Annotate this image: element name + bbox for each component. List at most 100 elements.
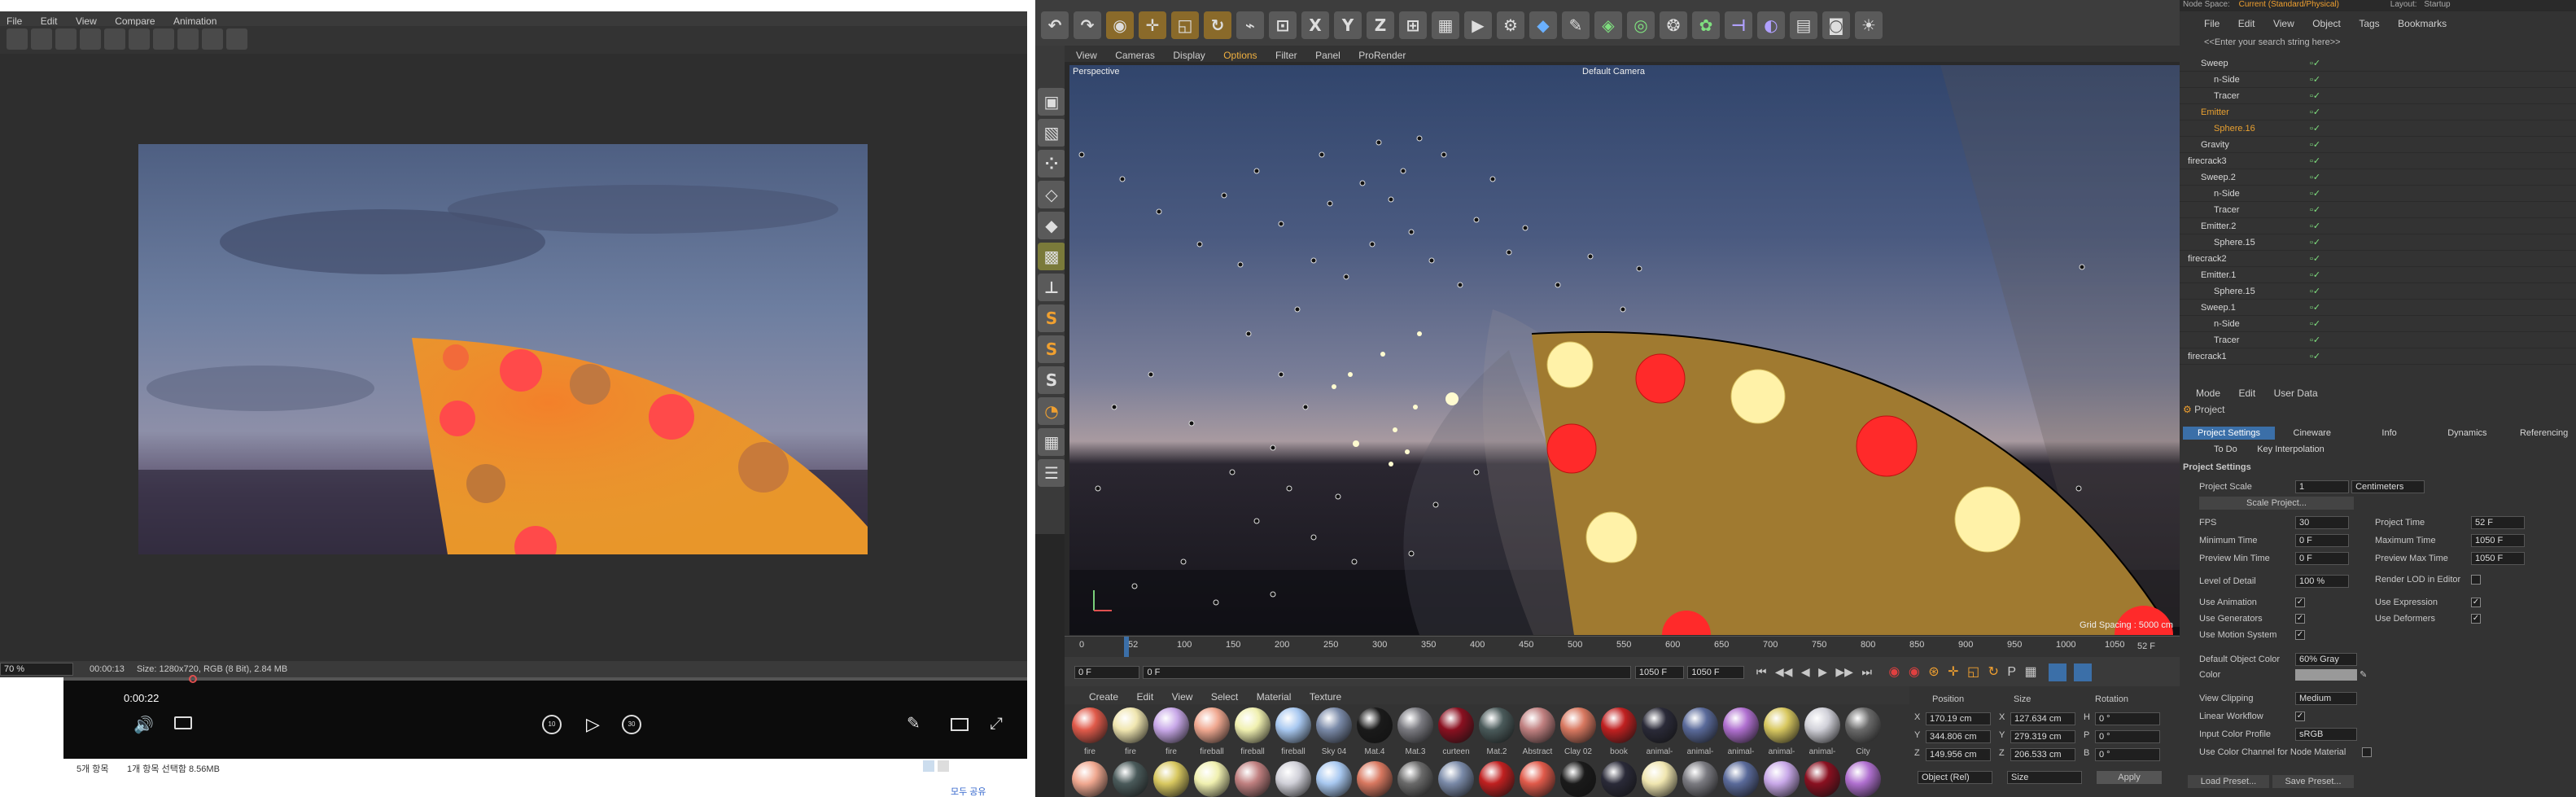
visibility-icon[interactable]: ▫✓ — [2310, 169, 2320, 186]
tab-dynamics[interactable]: Dynamics — [2433, 427, 2501, 440]
timeline-icon[interactable] — [2049, 663, 2067, 681]
vp-menu-options[interactable]: Options — [1223, 50, 1257, 61]
play-back-icon[interactable]: ◀ — [1801, 665, 1810, 678]
view-clipping-select[interactable]: Medium — [2295, 692, 2357, 705]
material-item[interactable]: City — [1843, 707, 1883, 756]
recent-icon[interactable]: ⌁ — [1236, 11, 1264, 39]
mat-menu-create[interactable]: Create — [1089, 691, 1118, 703]
object-row[interactable]: Sweep ▫✓ — [2180, 55, 2576, 72]
material-item[interactable]: curteen — [1437, 707, 1476, 756]
mograph-icon[interactable]: ❂ — [1660, 11, 1687, 39]
size-field[interactable]: 127.634 cm — [2010, 712, 2075, 725]
array-icon[interactable]: ◎ — [1627, 11, 1655, 39]
camera-icon[interactable]: ◙ — [1822, 11, 1850, 39]
render-region-icon[interactable] — [80, 28, 101, 50]
size-field[interactable]: 279.319 cm — [2010, 730, 2075, 743]
material-item-row2[interactable] — [1396, 761, 1435, 797]
material-item[interactable]: animal- — [1762, 707, 1801, 756]
object-row[interactable]: n-Side ▫✓ — [2180, 72, 2576, 88]
playhead[interactable] — [1124, 637, 1129, 658]
frame-start-field[interactable]: 0 F — [1074, 666, 1139, 679]
goto-start-icon[interactable]: ⏮ — [1756, 665, 1767, 678]
ab-icon[interactable] — [202, 28, 223, 50]
material-item-row2[interactable] — [1192, 761, 1231, 797]
object-row[interactable]: Sweep.2 ▫✓ — [2180, 169, 2576, 186]
volume-icon[interactable]: 🔊 — [133, 715, 154, 734]
material-item[interactable]: Clay 02 — [1559, 707, 1598, 756]
floor-icon[interactable]: ▤ — [1790, 11, 1817, 39]
material-item-row2[interactable] — [1111, 761, 1150, 797]
visibility-icon[interactable]: ▫✓ — [2310, 186, 2320, 202]
visibility-icon[interactable]: ▫✓ — [2310, 55, 2320, 72]
attr-menu-mode[interactable]: Mode — [2196, 388, 2220, 399]
visibility-icon[interactable]: ▫✓ — [2310, 137, 2320, 153]
share-all[interactable]: 모두 공유 — [951, 785, 986, 797]
key-rot-icon[interactable]: ↻ — [1988, 665, 1999, 679]
frame-in-field[interactable]: 0 F — [1143, 666, 1632, 679]
save-icon[interactable] — [31, 28, 52, 50]
copy-icon[interactable] — [55, 28, 77, 50]
record-icon[interactable]: ◉ — [1888, 665, 1900, 679]
eyedropper-icon[interactable]: ✎ — [2360, 670, 2367, 680]
object-row[interactable]: firecrack2 ▫✓ — [2180, 251, 2576, 267]
mat-menu-select[interactable]: Select — [1211, 691, 1238, 703]
move-icon[interactable]: ✛ — [1139, 11, 1166, 39]
channel-icon[interactable] — [177, 28, 199, 50]
object-row[interactable]: Gravity ▫✓ — [2180, 137, 2576, 153]
sculpt-icon[interactable]: ◔ — [1038, 397, 1065, 425]
tab-info[interactable]: Info — [2349, 427, 2429, 440]
use-deformers-checkbox[interactable]: ✓ — [2471, 614, 2481, 624]
object-search[interactable]: <<Enter your search string here>> — [2204, 37, 2562, 50]
snap-2-icon[interactable]: S — [1038, 335, 1065, 363]
material-item-row2[interactable] — [1355, 761, 1394, 797]
live-select-icon[interactable]: ◉ — [1106, 11, 1134, 39]
attr-menu-edit[interactable]: Edit — [2238, 388, 2255, 399]
object-row[interactable]: firecrack3 ▫✓ — [2180, 153, 2576, 169]
material-item[interactable]: Mat.2 — [1477, 707, 1516, 756]
points-mode-icon[interactable]: ⁘ — [1038, 150, 1065, 177]
coord-mode-select[interactable]: Object (Rel) — [1918, 771, 1992, 784]
visibility-icon[interactable]: ▫✓ — [2310, 300, 2320, 316]
visibility-icon[interactable]: ▫✓ — [2310, 267, 2320, 283]
key-param-icon[interactable]: P — [2007, 665, 2016, 679]
load-preset-button[interactable]: Load Preset... — [2188, 775, 2269, 788]
tab-referencing[interactable]: Referencing — [2505, 427, 2576, 440]
timeline-ruler[interactable]: 0 52 100 150 200 250 300 350 400 450 500 550 600 650 7… — [1065, 636, 2180, 658]
x-axis-icon[interactable]: X — [1301, 11, 1329, 39]
material-item-row2[interactable] — [1721, 761, 1760, 797]
layout-value[interactable]: Startup — [2424, 0, 2450, 9]
material-item-row2[interactable] — [1762, 761, 1801, 797]
material-item[interactable]: fire — [1070, 707, 1109, 756]
node-space-value[interactable]: Current (Standard/Physical) — [2239, 0, 2339, 9]
material-item[interactable]: animal- — [1640, 707, 1679, 756]
object-row[interactable]: Emitter ▫✓ — [2180, 104, 2576, 120]
object-row[interactable]: Tracer ▫✓ — [2180, 202, 2576, 218]
material-item[interactable]: book — [1599, 707, 1638, 756]
environment-icon[interactable]: ◐ — [1757, 11, 1785, 39]
object-row[interactable]: Sphere.15 ▫✓ — [2180, 234, 2576, 251]
pen-icon[interactable]: ✎ — [1562, 11, 1590, 39]
obj-menu-view[interactable]: View — [2273, 18, 2294, 29]
goto-end-icon[interactable]: ⏭ — [1861, 665, 1872, 678]
zoom-field[interactable]: 70 % — [0, 663, 73, 676]
mini-player-icon[interactable] — [951, 718, 969, 731]
material-item[interactable]: fire — [1111, 707, 1150, 756]
stop-icon[interactable] — [104, 28, 125, 50]
vp-menu-display[interactable]: Display — [1173, 50, 1205, 61]
vp-menu-filter[interactable]: Filter — [1275, 50, 1297, 61]
material-item[interactable]: fireball — [1233, 707, 1272, 756]
project-scale-unit[interactable]: Centimeters — [2351, 480, 2425, 493]
visibility-icon[interactable]: ▫✓ — [2310, 72, 2320, 88]
filter-icon[interactable] — [129, 28, 150, 50]
deformer-icon[interactable]: ✿ — [1692, 11, 1720, 39]
apply-button[interactable]: Apply — [2097, 771, 2162, 784]
material-item-row2[interactable] — [1843, 761, 1883, 797]
material-item[interactable]: Mat.3 — [1396, 707, 1435, 756]
scale-project-button[interactable]: Scale Project... — [2199, 497, 2354, 510]
save-preset-button[interactable]: Save Preset... — [2272, 775, 2354, 788]
position-field[interactable]: 344.806 cm — [1926, 730, 1991, 743]
tab-todo[interactable]: To Do — [2206, 443, 2246, 456]
material-item[interactable]: fireball — [1274, 707, 1313, 756]
rotation-field[interactable]: 0 ° — [2095, 748, 2160, 761]
default-color-select[interactable]: 60% Gray — [2295, 653, 2357, 666]
